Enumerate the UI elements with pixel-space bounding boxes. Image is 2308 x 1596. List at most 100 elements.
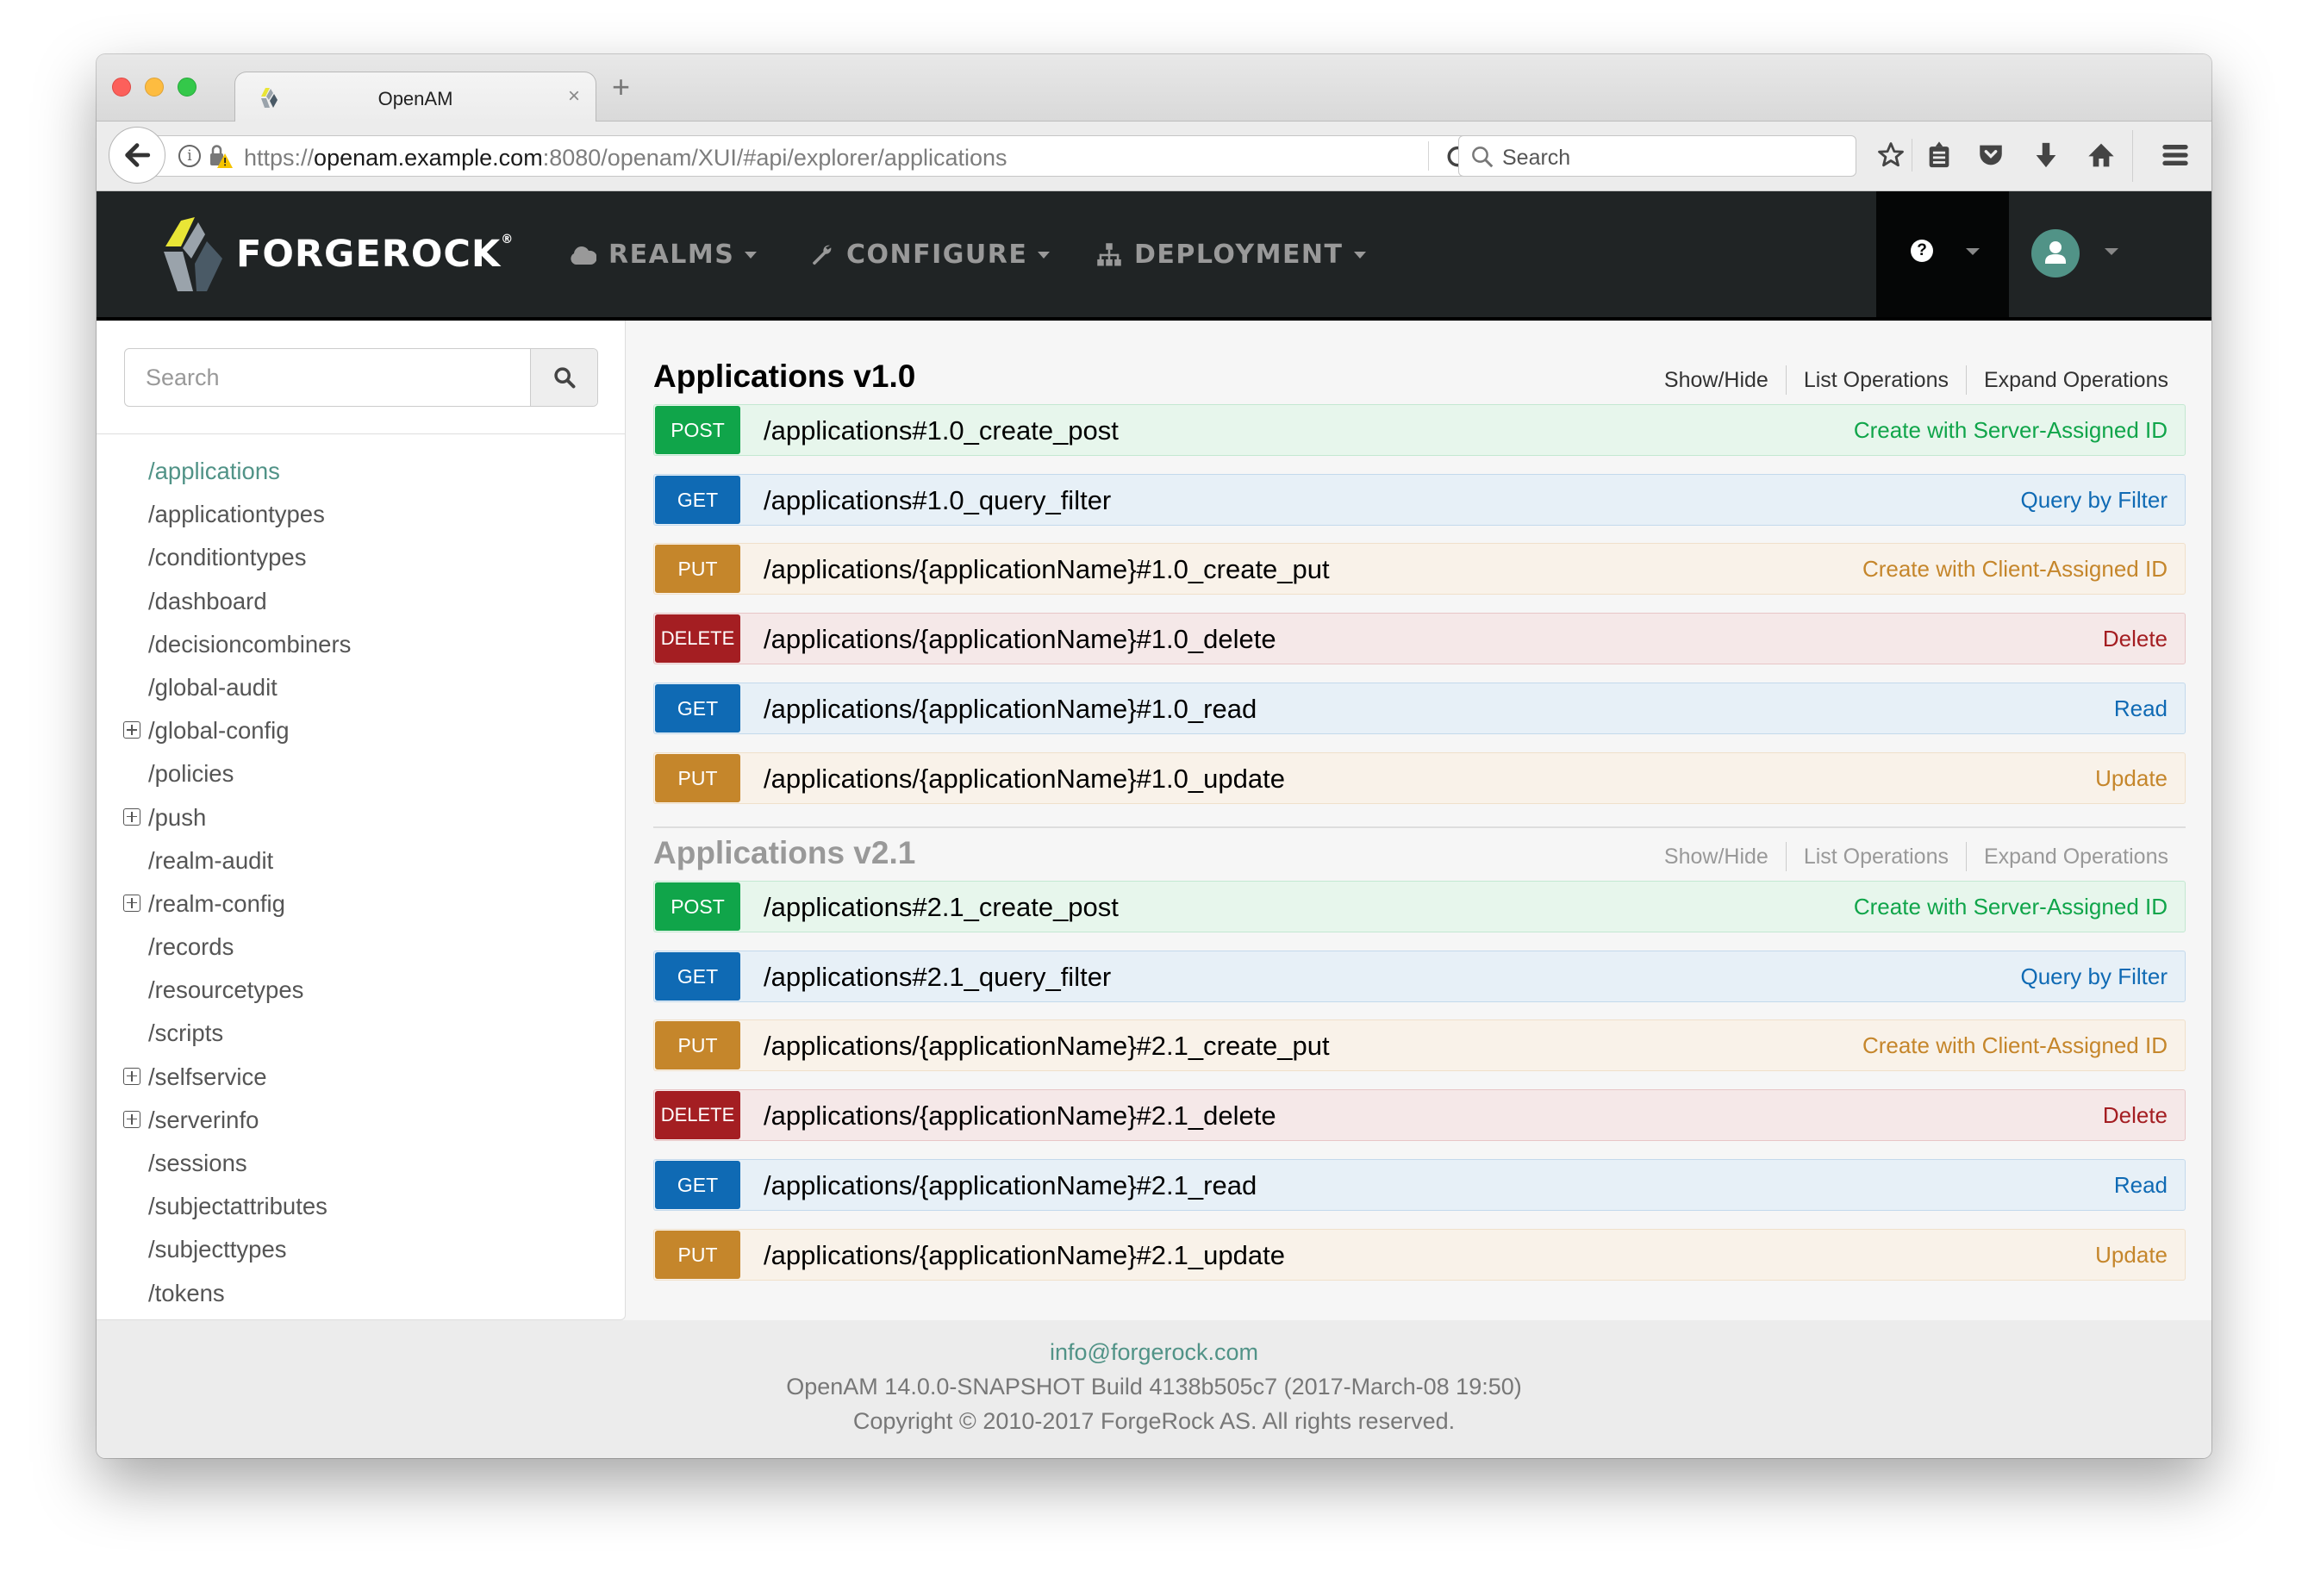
- operation-description: Query by Filter: [2020, 486, 2168, 513]
- sidebar-item-label: /serverinfo: [148, 1106, 259, 1133]
- forgerock-logo[interactable]: FORGEROCK®: [162, 215, 514, 293]
- operation-row[interactable]: GET/applications#2.1_query_filter Query b…: [653, 950, 2186, 1002]
- sidebar-item-label: /conditiontypes: [148, 544, 307, 571]
- section-title[interactable]: Applications v1.0: [653, 358, 915, 395]
- operation-row[interactable]: GET/applications/{applicationName}#2.1_r…: [653, 1158, 2186, 1211]
- back-arrow-icon: [125, 143, 151, 167]
- footer-copyright: Copyright © 2010-2017 ForgeRock AS. All …: [852, 1408, 1456, 1434]
- sidebar-search-input[interactable]: [125, 349, 530, 406]
- menu-icon[interactable]: [2158, 137, 2193, 173]
- close-window-button[interactable]: [112, 78, 131, 97]
- sidebar-item[interactable]: /tokens: [97, 1272, 625, 1315]
- show-hide-link[interactable]: Show/Hide: [1647, 842, 1786, 871]
- operation-path: /applications/{applicationName}#2.1_upda…: [764, 1239, 1285, 1270]
- expand-plus-icon[interactable]: [123, 1067, 140, 1085]
- nav-configure[interactable]: CONFIGURE: [808, 240, 1051, 270]
- operation-row[interactable]: PUT/applications/{applicationName}#2.1_u…: [653, 1228, 2186, 1281]
- show-hide-link[interactable]: Show/Hide: [1647, 365, 1786, 395]
- operation-description: Create with Server-Assigned ID: [1853, 417, 2168, 443]
- operation-row[interactable]: POST/applications#1.0_create_post Create …: [653, 404, 2186, 456]
- pocket-icon[interactable]: [1974, 137, 2008, 173]
- download-icon[interactable]: [2029, 137, 2063, 173]
- sidebar-item[interactable]: /records: [97, 926, 625, 969]
- user-menu-caret-icon[interactable]: [2105, 248, 2118, 255]
- operation-row[interactable]: GET/applications#1.0_query_filter Query b…: [653, 473, 2186, 526]
- expand-plus-icon[interactable]: [123, 1110, 140, 1128]
- sidebar-item[interactable]: /conditiontypes: [97, 536, 625, 579]
- user-avatar[interactable]: [2031, 229, 2080, 277]
- sidebar-item[interactable]: /decisioncombiners: [97, 623, 625, 666]
- operation-row[interactable]: DELETE/applications/{applicationName}#2.…: [653, 1089, 2186, 1142]
- sidebar-item[interactable]: /scripts: [97, 1012, 625, 1055]
- sidebar-item-label: /subjecttypes: [148, 1236, 287, 1263]
- expand-plus-icon[interactable]: [123, 894, 140, 912]
- bookmark-star-icon[interactable]: [1874, 137, 1908, 173]
- sidebar-item-label: /global-config: [148, 717, 290, 745]
- sidebar-item[interactable]: /realm-config: [97, 882, 625, 926]
- operation-row[interactable]: PUT/applications/{applicationName}#1.0_u…: [653, 751, 2186, 804]
- expand-operations-link[interactable]: Expand Operations: [1965, 365, 2168, 395]
- brand-name: FORGEROCK®: [236, 233, 515, 276]
- new-tab-button[interactable]: +: [612, 72, 630, 103]
- back-button[interactable]: [109, 127, 165, 184]
- operation-row[interactable]: PUT/applications/{applicationName}#1.0_c…: [653, 543, 2186, 595]
- operation-path: /applications/{applicationName}#2.1_crea…: [764, 1031, 1330, 1062]
- url-scheme: https://: [244, 145, 315, 171]
- operation-row[interactable]: PUT/applications/{applicationName}#2.1_c…: [653, 1019, 2186, 1072]
- footer-email-link[interactable]: info@forgerock.com: [97, 1339, 2211, 1366]
- expand-operations-link[interactable]: Expand Operations: [1965, 842, 2168, 871]
- sidebar-search: [124, 348, 598, 407]
- operation-row[interactable]: GET/applications/{applicationName}#1.0_r…: [653, 682, 2186, 734]
- nav-realms[interactable]: REALMS: [569, 240, 758, 270]
- operation-row[interactable]: POST/applications#2.1_create_post Create …: [653, 881, 2186, 932]
- reading-list-icon[interactable]: [1922, 137, 1956, 173]
- list-operations-link[interactable]: List Operations: [1785, 365, 1966, 395]
- expand-plus-icon[interactable]: [123, 721, 140, 739]
- operation-description: Delete: [2102, 1102, 2168, 1129]
- sidebar-item[interactable]: /sessions: [97, 1142, 625, 1185]
- address-bar[interactable]: i https://openam.example.com:8080/openam…: [140, 135, 1494, 177]
- sidebar-item[interactable]: /global-audit: [97, 666, 625, 709]
- tab-close-icon[interactable]: ×: [568, 84, 580, 109]
- url-separator: [1428, 141, 1429, 171]
- browser-search-bar[interactable]: Search: [1458, 135, 1856, 177]
- sidebar-item[interactable]: /serverinfo: [97, 1099, 625, 1142]
- sidebar-item[interactable]: /applicationtypes: [97, 493, 625, 536]
- info-icon[interactable]: i: [178, 145, 201, 167]
- sidebar-item[interactable]: /realm-audit: [97, 839, 625, 882]
- sidebar-item[interactable]: /subjectattributes: [97, 1185, 625, 1228]
- zoom-window-button[interactable]: [178, 78, 196, 97]
- sidebar-item[interactable]: /subjecttypes: [97, 1228, 625, 1271]
- sitemap-icon: [1096, 242, 1122, 268]
- sidebar-item[interactable]: /selfservice: [97, 1056, 625, 1099]
- sidebar-item[interactable]: /push: [97, 796, 625, 839]
- url-path: :8080/openam/XUI/#api/explorer/applicati…: [542, 145, 1007, 171]
- browser-toolbar: i https://openam.example.com:8080/openam…: [97, 122, 2211, 191]
- expand-plus-icon[interactable]: [123, 807, 140, 826]
- url-text[interactable]: https://openam.example.com:8080/openam/X…: [244, 145, 1007, 171]
- help-menu[interactable]: ?: [1876, 191, 2009, 317]
- sidebar: /applications/applicationtypes/condition…: [97, 321, 626, 1320]
- browser-tab[interactable]: OpenAM ×: [234, 72, 596, 123]
- sidebar-item[interactable]: /policies: [97, 752, 625, 795]
- http-method-badge: POST: [655, 882, 740, 931]
- sidebar-item[interactable]: /dashboard: [97, 580, 625, 623]
- section-title[interactable]: Applications v2.1: [653, 835, 915, 871]
- sidebar-item[interactable]: /applications: [97, 450, 625, 493]
- insecure-lock-icon[interactable]: [208, 143, 234, 169]
- list-operations-link[interactable]: List Operations: [1785, 842, 1966, 871]
- sidebar-search-button[interactable]: [530, 349, 597, 406]
- sidebar-item[interactable]: /global-config: [97, 709, 625, 752]
- minimize-window-button[interactable]: [145, 78, 164, 97]
- http-method-badge: GET: [655, 683, 740, 733]
- url-host: openam.example.com: [314, 145, 543, 171]
- home-icon[interactable]: [2084, 137, 2118, 173]
- search-icon: [1472, 147, 1494, 168]
- nav-deployment[interactable]: DEPLOYMENT: [1096, 240, 1366, 270]
- operation-path: /applications/{applicationName}#1.0_upda…: [764, 763, 1285, 794]
- sidebar-item[interactable]: /resourcetypes: [97, 969, 625, 1012]
- sidebar-item-label: /policies: [148, 760, 234, 788]
- cloud-icon: [569, 244, 596, 266]
- operation-row[interactable]: DELETE/applications/{applicationName}#1.…: [653, 613, 2186, 665]
- chevron-down-icon: [1966, 248, 1980, 255]
